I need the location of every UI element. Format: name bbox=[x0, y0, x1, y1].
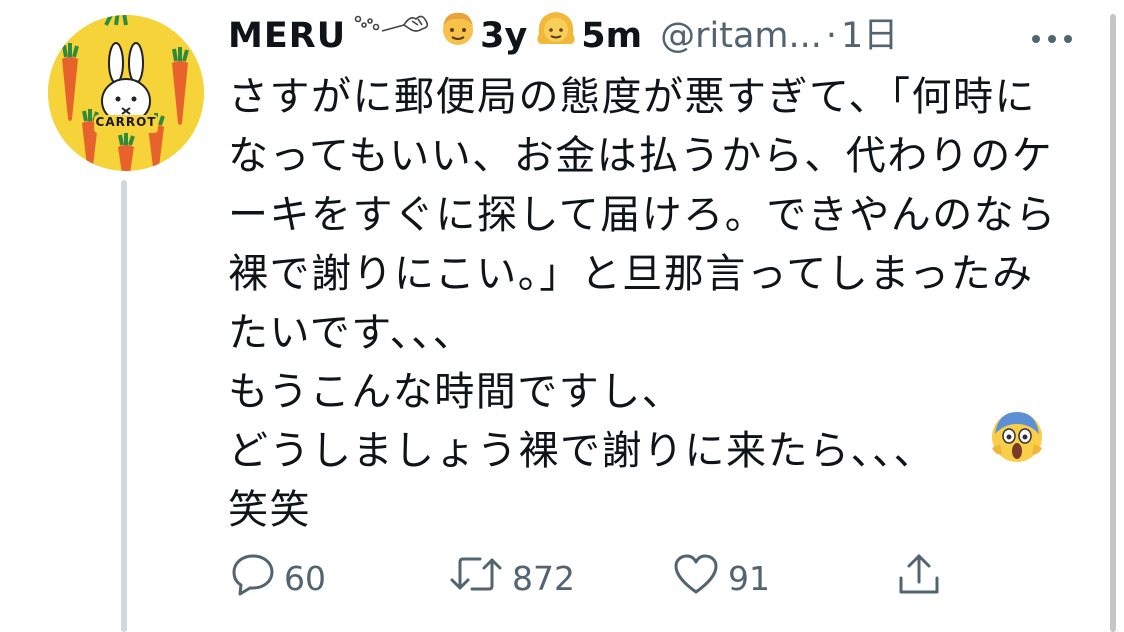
scrollbar[interactable] bbox=[1110, 14, 1116, 632]
tweet-text-line: もうこんな時間ですし、 bbox=[228, 369, 684, 415]
timestamp[interactable]: 1日 bbox=[841, 8, 898, 64]
tweet-text-line: どうしましょう裸で謝りに来たら、、、 bbox=[228, 428, 935, 474]
tweet-text-line: ーキをすぐに探して届けろ。できやんのなら bbox=[228, 192, 1057, 238]
more-options-icon[interactable] bbox=[1030, 30, 1074, 49]
retweet-button[interactable]: 872 bbox=[448, 553, 575, 603]
reply-count: 60 bbox=[284, 558, 326, 598]
retweet-icon bbox=[448, 552, 504, 604]
boy-face-emoji-icon bbox=[438, 8, 478, 65]
thread-line bbox=[121, 180, 127, 632]
rabbit-with-carrots-avatar-icon bbox=[48, 15, 204, 171]
age-label: 3y bbox=[480, 16, 528, 56]
face-screaming-in-fear-emoji-icon bbox=[990, 410, 1044, 468]
heart-icon bbox=[672, 552, 720, 604]
tweet-text-line: さすがに郵便局の態度が悪すぎて、「何時に bbox=[228, 74, 1036, 120]
tweet-text-line: 裸で謝りにこい。」と旦那言ってしまったみ bbox=[228, 251, 1034, 297]
like-count: 91 bbox=[728, 558, 770, 598]
tweet[interactable]: CARROT MERU 3y 5m @ritam... · 1日 さすがに郵便局… bbox=[0, 0, 1124, 632]
tweet-text-line: 笑笑 bbox=[228, 487, 311, 533]
user-handle[interactable]: @ritam... bbox=[660, 8, 822, 64]
girl-face-emoji-icon bbox=[533, 8, 579, 65]
sparkle-bouquet-icon bbox=[352, 8, 432, 64]
avatar-caption: CARROT bbox=[95, 115, 157, 129]
tweet-text-line: なってもいい、お金は払うから、代わりのケ bbox=[228, 133, 1054, 179]
tweet-text-line: たいです、、、 bbox=[228, 310, 475, 356]
like-button[interactable]: 91 bbox=[672, 553, 770, 603]
share-button[interactable] bbox=[895, 553, 943, 603]
display-name[interactable]: MERU bbox=[228, 8, 346, 64]
avatar[interactable]: CARROT bbox=[48, 15, 204, 171]
tweet-header: MERU 3y 5m @ritam... · 1日 bbox=[228, 8, 898, 64]
reply-bubble-icon bbox=[230, 552, 276, 604]
reply-button[interactable]: 60 bbox=[230, 553, 326, 603]
separator-dot: · bbox=[825, 16, 838, 56]
share-upload-icon bbox=[895, 550, 943, 606]
age-label-2: 5m bbox=[581, 16, 643, 56]
retweet-count: 872 bbox=[512, 558, 575, 598]
tweet-text: さすがに郵便局の態度が悪すぎて、「何時に なってもいい、お金は払うから、代わりの… bbox=[228, 68, 1088, 540]
